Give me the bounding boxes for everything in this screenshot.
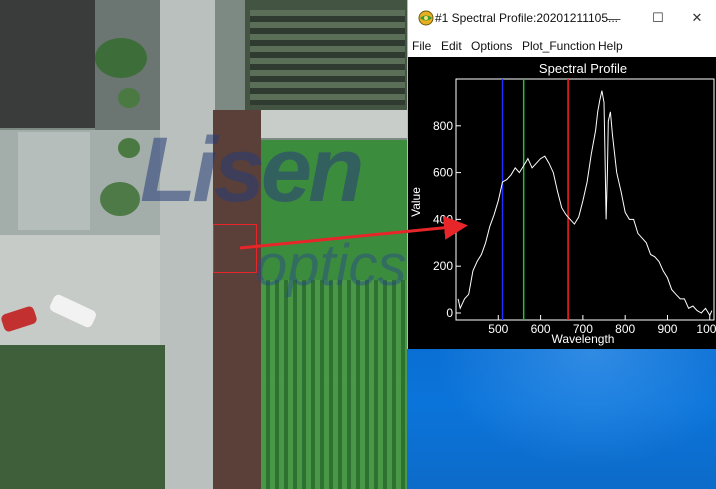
tree [100,182,140,216]
minimize-button[interactable]: — [594,4,634,32]
menu-edit[interactable]: Edit [441,39,462,53]
field-strip-top-lines [250,10,405,105]
x-axis-label: Wavelength [552,332,615,346]
tree [118,138,140,158]
menu-plot-function[interactable]: Plot_Function [522,39,595,53]
x-tick-label: 600 [531,322,551,336]
aerial-image[interactable]: Lisen optics [0,0,407,489]
spectral-profile-window: #1 Spectral Profile:20201211105... — ☐ ✕… [407,0,716,349]
watermark-logo-text: Lisen [140,119,364,221]
watermark-logo-subtext: optics [255,233,407,298]
road-vertical [160,0,215,489]
field-dark-bottom-left [0,345,165,489]
y-axis-label: Value [409,187,423,217]
window-titlebar[interactable]: #1 Spectral Profile:20201211105... — ☐ ✕ [408,0,716,36]
building-roof-dark [0,0,95,128]
desktop-background [407,349,716,489]
x-tick-label: 900 [657,322,677,336]
x-tick-label: 1000 [696,322,716,336]
x-tick-label: 800 [615,322,635,336]
chart-title: Spectral Profile [539,61,627,76]
tree [95,38,147,78]
y-tick-label: 800 [433,119,453,133]
y-tick-label: 200 [433,259,453,273]
spectral-profile-chart[interactable]: Spectral Profile 50060070080090010000200… [408,57,716,349]
menu-options[interactable]: Options [471,39,512,53]
x-tick-label: 500 [488,322,508,336]
app-globe-icon [418,10,434,26]
close-button[interactable]: ✕ [677,4,716,32]
maximize-button[interactable]: ☐ [638,4,678,32]
tree [118,88,140,108]
desktop-glow [407,349,716,489]
y-tick-label: 0 [446,306,453,320]
crop-field-rows [261,280,407,489]
plot-frame [455,78,715,321]
y-tick-label: 600 [433,166,453,180]
menu-help[interactable]: Help [598,39,623,53]
y-tick-label: 400 [433,212,453,226]
menu-bar: File Edit Options Plot_Function Help [408,36,716,56]
roi-selection-box[interactable] [213,224,257,273]
plot-area[interactable]: Spectral Profile 50060070080090010000200… [408,57,716,349]
menu-file[interactable]: File [412,39,431,53]
spectrum-series-line [457,90,713,317]
